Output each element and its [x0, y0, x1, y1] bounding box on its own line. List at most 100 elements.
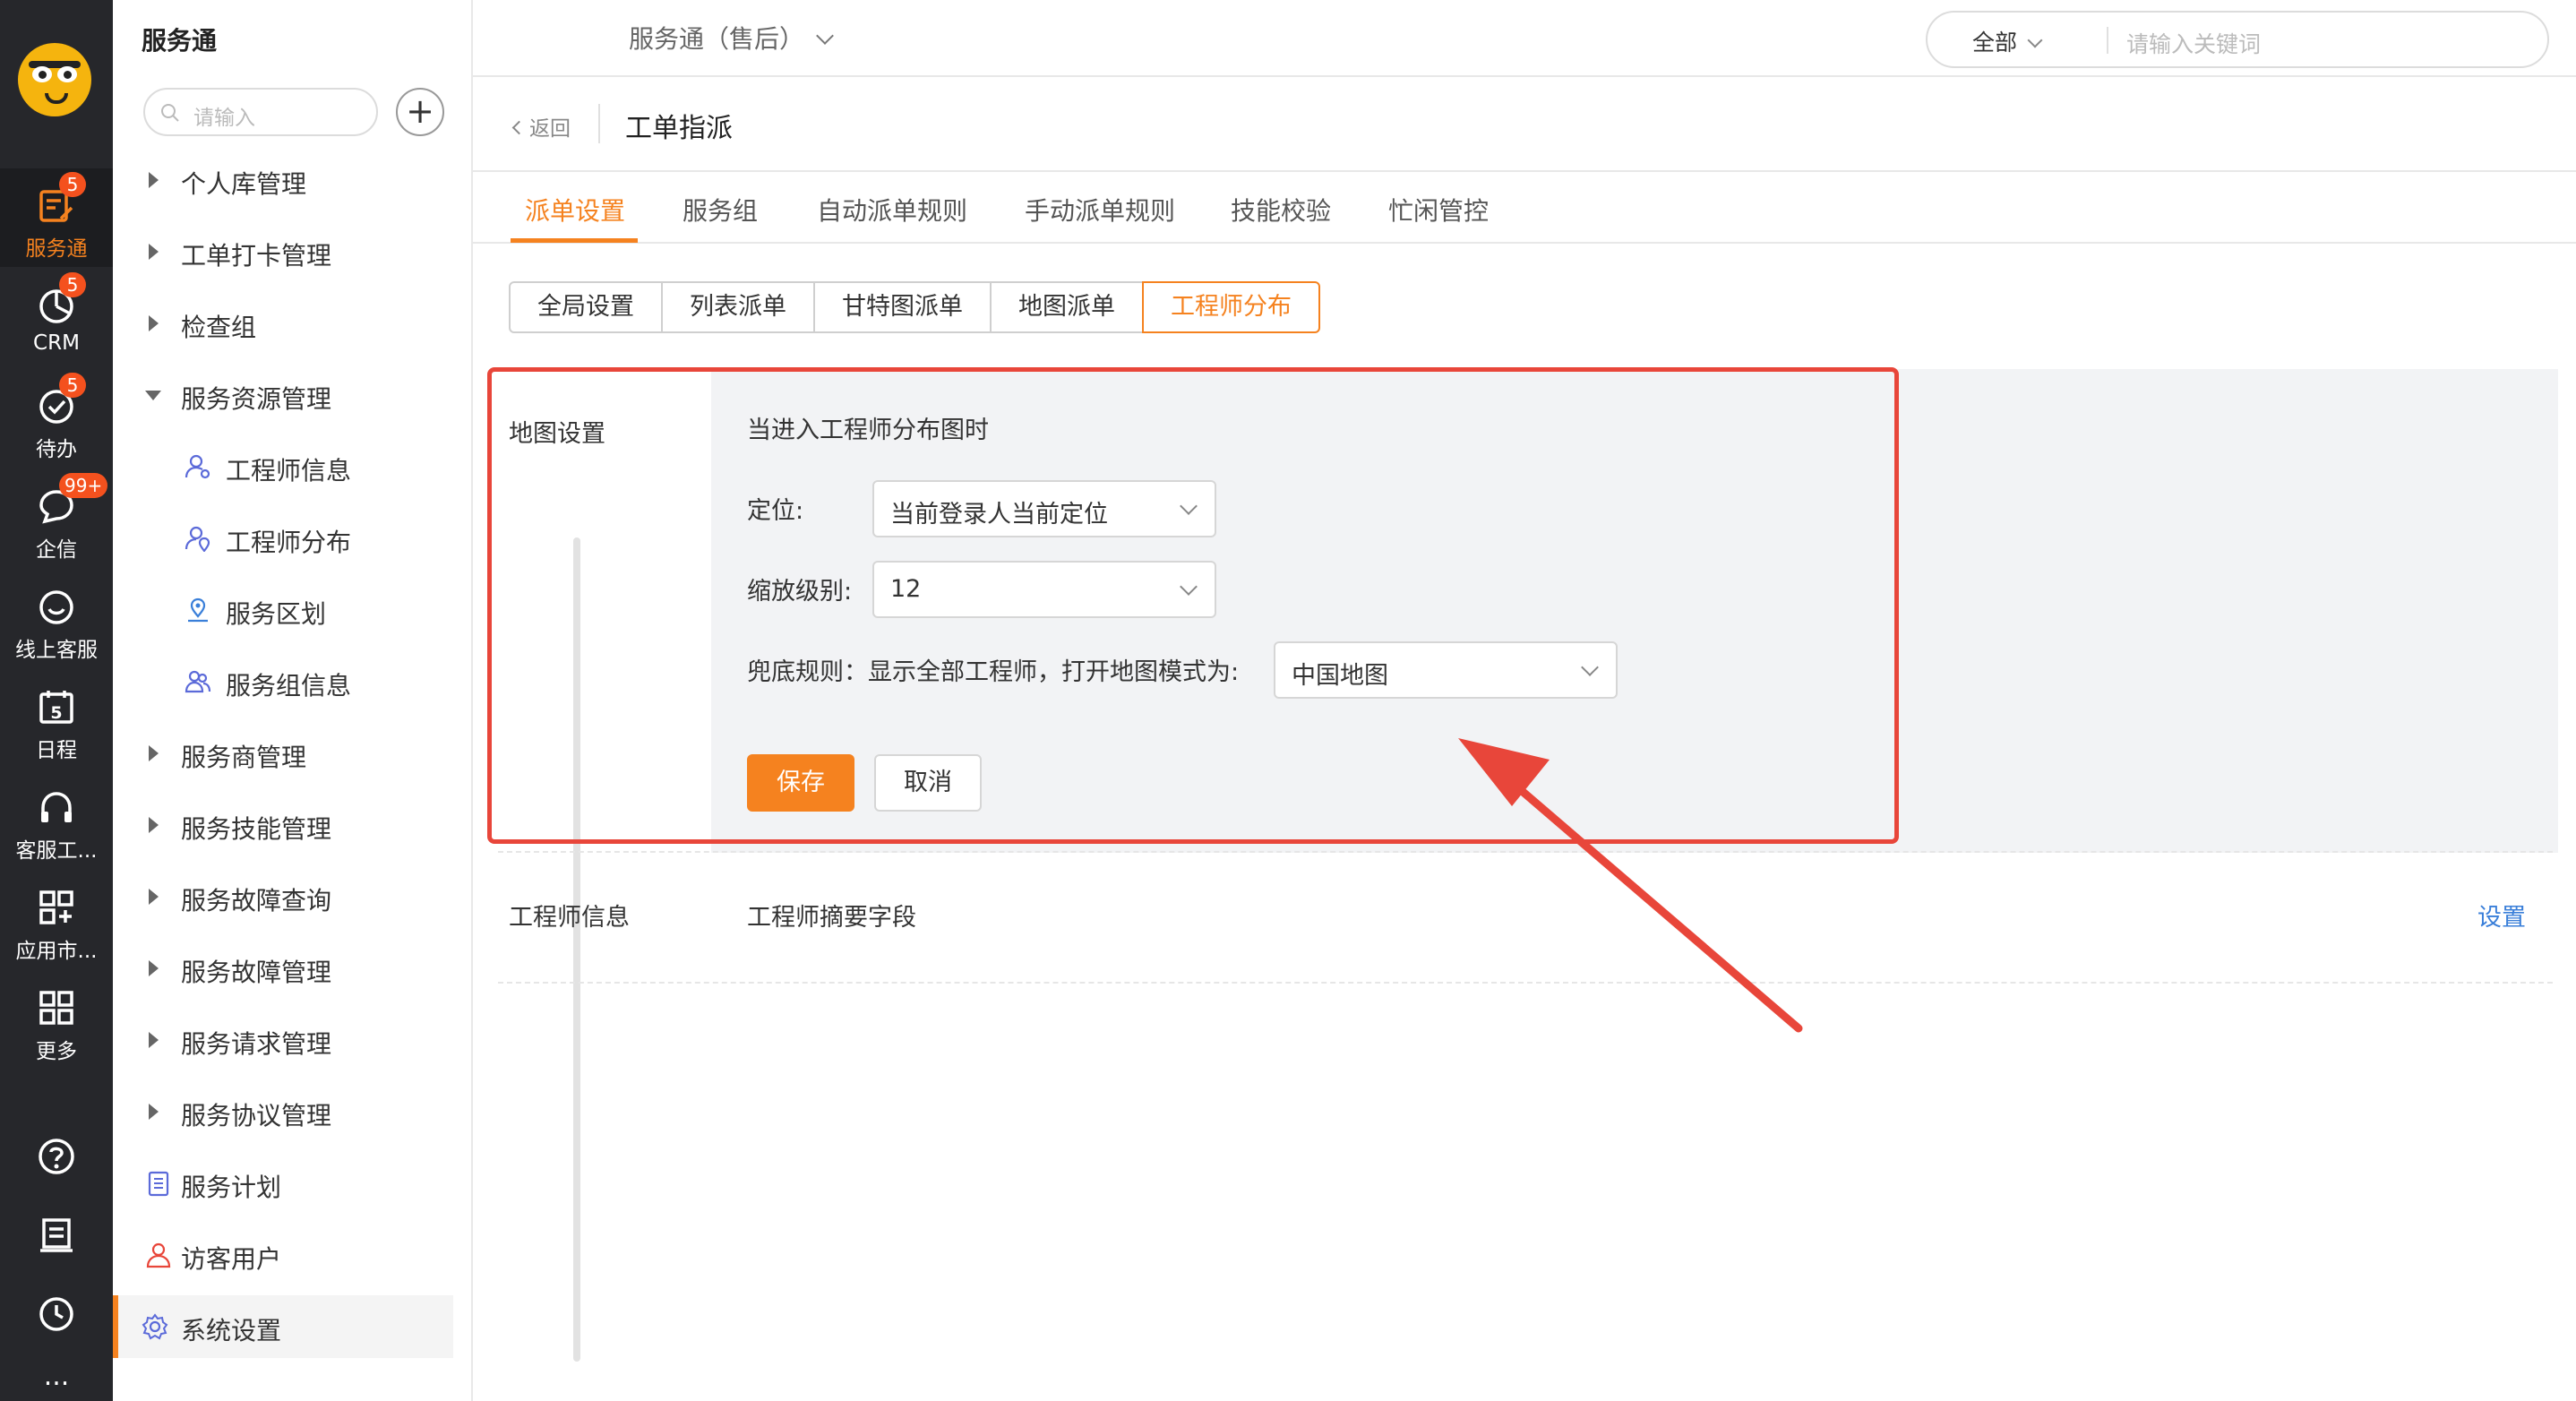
nav-item-label: 工单打卡管理	[181, 241, 332, 271]
nav-item-label: 服务技能管理	[181, 814, 332, 844]
nav-item-label: 检查组	[181, 313, 257, 342]
left-nav: 服务通 请输入 + 个人库管理 工单打卡管理 检查组 服务资源管理 工程师信息 …	[113, 0, 580, 1401]
tab-manual-dispatch-rules[interactable]: 手动派单规则	[1025, 192, 1175, 228]
clock-icon[interactable]	[36, 1294, 77, 1335]
page-title: 工单指派	[625, 113, 733, 144]
help-icon[interactable]	[36, 1136, 77, 1177]
notebook-icon[interactable]	[36, 1215, 77, 1256]
nav-item-label: 系统设置	[181, 1316, 282, 1345]
nav-item-fault-manage[interactable]: 服务故障管理	[113, 937, 453, 1000]
nav-add-button[interactable]: +	[396, 88, 444, 136]
nav-item-inspection-group[interactable]: 检查组	[113, 292, 453, 355]
tab-busy-control[interactable]: 忙闲管控	[1388, 192, 1489, 228]
nav-search-input[interactable]: 请输入	[143, 88, 378, 136]
segment-global-settings[interactable]: 全局设置	[509, 281, 663, 333]
nav-item-service-resources[interactable]: 服务资源管理	[113, 364, 453, 426]
nav-item-label: 服务商管理	[181, 743, 307, 772]
expand-arrow-icon	[149, 1032, 159, 1048]
tab-service-group[interactable]: 服务组	[683, 192, 758, 228]
global-search[interactable]: 全部 请输入关键词	[1926, 11, 2549, 68]
nav-item-label: 服务组信息	[226, 671, 352, 700]
gear-icon	[142, 1313, 168, 1340]
group-users-icon	[185, 670, 211, 693]
active-tab-underline	[511, 238, 638, 243]
plan-list-icon	[148, 1171, 169, 1197]
rail-item-label: 客服工...	[15, 839, 98, 863]
nav-item-provider[interactable]: 服务商管理	[113, 722, 453, 785]
app-market-icon	[39, 890, 73, 924]
engineer-info-label: 工程师信息	[509, 904, 630, 932]
nav-item-checkin[interactable]: 工单打卡管理	[113, 220, 453, 283]
tab-auto-dispatch-rules[interactable]: 自动派单规则	[817, 192, 967, 228]
rail-item-label: 线上客服	[15, 639, 98, 662]
back-link[interactable]: 返回	[511, 111, 571, 142]
rail-item-label: 服务通	[25, 237, 88, 261]
rail-item-crm[interactable]: 5 CRM	[0, 269, 113, 367]
nav-item-personal-library[interactable]: 个人库管理	[113, 149, 453, 211]
rail-badge: 5	[59, 272, 86, 297]
nav-search-placeholder: 请输入	[193, 107, 255, 130]
tab-skill-check[interactable]: 技能校验	[1231, 192, 1331, 228]
rail-item-todo[interactable]: 5 待办	[0, 369, 113, 468]
nav-item-fault-query[interactable]: 服务故障查询	[113, 865, 453, 928]
tab-dispatch-settings[interactable]: 派单设置	[525, 192, 625, 228]
rail-badge: 5	[59, 172, 86, 197]
nav-item-label: 服务协议管理	[181, 1101, 332, 1130]
logo-eye-right	[57, 66, 77, 82]
search-scope-dropdown[interactable]: 全部	[1972, 25, 2043, 57]
rail-item-more[interactable]: 更多	[0, 971, 113, 1070]
segment-engineer-distribution[interactable]: 工程师分布	[1142, 281, 1320, 333]
chevron-left-icon	[511, 120, 527, 135]
search-scope-label: 全部	[1972, 30, 2018, 56]
rail-item-support-desk[interactable]: 客服工...	[0, 770, 113, 869]
logo-eye-left	[32, 66, 52, 82]
nav-item-agreement-manage[interactable]: 服务协议管理	[113, 1080, 453, 1143]
rail-item-calendar[interactable]: 5 日程	[0, 670, 113, 769]
nav-item-skills[interactable]: 服务技能管理	[113, 794, 453, 856]
rail-item-service[interactable]: 5 服务通	[0, 168, 113, 267]
nav-item-service-region[interactable]: 服务区划	[113, 579, 453, 641]
visitor-user-icon	[146, 1242, 171, 1268]
rail-item-label: 企信	[36, 538, 77, 562]
app-logo[interactable]	[18, 43, 91, 116]
service-dropdown-label: 服务通（售后）	[629, 24, 805, 54]
expand-arrow-icon	[149, 745, 159, 761]
nav-item-engineer-info[interactable]: 工程师信息	[113, 435, 453, 498]
nav-item-label: 服务计划	[181, 1173, 282, 1202]
rail-item-chat[interactable]: 99+ 企信	[0, 469, 113, 568]
global-search-placeholder: 请输入关键词	[2126, 31, 2262, 57]
expand-arrow-icon	[149, 1104, 159, 1120]
chevron-down-icon	[816, 27, 834, 45]
nav-item-label: 个人库管理	[181, 169, 307, 199]
section-divider	[498, 982, 2553, 984]
section-divider	[498, 851, 2553, 853]
nav-item-label: 工程师信息	[226, 456, 352, 486]
smile-chat-icon	[39, 590, 73, 624]
segment-list-dispatch[interactable]: 列表派单	[661, 281, 815, 333]
engineer-summary-setting-link[interactable]: 设置	[2477, 898, 2526, 933]
nav-item-label: 服务故障管理	[181, 958, 332, 987]
nav-item-request-manage[interactable]: 服务请求管理	[113, 1009, 453, 1071]
segment-gantt-dispatch[interactable]: 甘特图派单	[813, 281, 992, 333]
collapse-arrow-icon	[145, 391, 161, 400]
service-dropdown[interactable]: 服务通（售后）	[629, 20, 834, 56]
nav-item-label: 服务资源管理	[181, 384, 332, 414]
top-bar: 服务通（售后） 全部 请输入关键词	[473, 0, 2576, 77]
mode-segmented-control: 全局设置 列表派单 甘特图派单 地图派单 工程师分布	[509, 281, 1320, 333]
expand-arrow-icon	[149, 960, 159, 976]
segment-map-dispatch[interactable]: 地图派单	[990, 281, 1144, 333]
rail-item-label: 日程	[36, 739, 77, 762]
expand-arrow-icon	[149, 315, 159, 331]
rail-item-app-market[interactable]: 应用市...	[0, 871, 113, 969]
nav-item-visitor-users[interactable]: 访客用户	[113, 1224, 453, 1286]
expand-arrow-icon	[149, 244, 159, 260]
rail-item-online-service[interactable]: 线上客服	[0, 570, 113, 668]
back-label: 返回	[529, 117, 571, 141]
nav-item-service-group-info[interactable]: 服务组信息	[113, 650, 453, 713]
nav-item-system-settings[interactable]: 系统设置	[113, 1295, 453, 1358]
logo-mouth	[45, 93, 68, 104]
nav-item-service-plan[interactable]: 服务计划	[113, 1152, 453, 1215]
nav-item-engineer-distribution[interactable]: 工程师分布	[113, 507, 453, 570]
calendar-day: 5	[50, 703, 62, 723]
more-dots-icon[interactable]: ...	[36, 1363, 77, 1390]
